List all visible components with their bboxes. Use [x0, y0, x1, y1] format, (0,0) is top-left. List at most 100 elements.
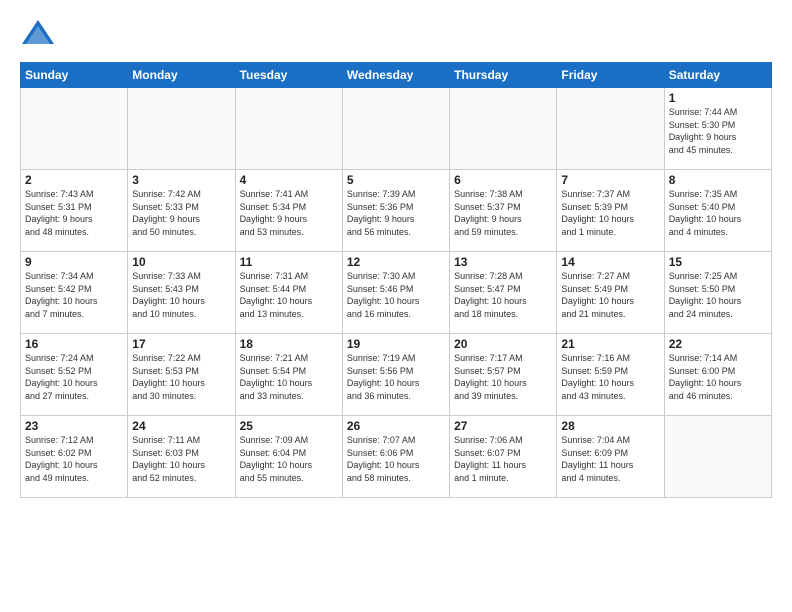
calendar-cell: 20Sunrise: 7:17 AM Sunset: 5:57 PM Dayli…: [450, 334, 557, 416]
calendar-cell: 19Sunrise: 7:19 AM Sunset: 5:56 PM Dayli…: [342, 334, 449, 416]
day-number: 27: [454, 419, 552, 433]
day-number: 13: [454, 255, 552, 269]
day-info: Sunrise: 7:37 AM Sunset: 5:39 PM Dayligh…: [561, 188, 659, 238]
day-number: 3: [132, 173, 230, 187]
day-number: 23: [25, 419, 123, 433]
logo-icon: [20, 16, 56, 52]
day-number: 25: [240, 419, 338, 433]
calendar-cell: 3Sunrise: 7:42 AM Sunset: 5:33 PM Daylig…: [128, 170, 235, 252]
calendar-header: SundayMondayTuesdayWednesdayThursdayFrid…: [21, 63, 772, 88]
day-info: Sunrise: 7:07 AM Sunset: 6:06 PM Dayligh…: [347, 434, 445, 484]
header-day-friday: Friday: [557, 63, 664, 88]
calendar-cell: 1Sunrise: 7:44 AM Sunset: 5:30 PM Daylig…: [664, 88, 771, 170]
logo: [20, 16, 58, 52]
day-number: 5: [347, 173, 445, 187]
day-info: Sunrise: 7:31 AM Sunset: 5:44 PM Dayligh…: [240, 270, 338, 320]
calendar-cell: 4Sunrise: 7:41 AM Sunset: 5:34 PM Daylig…: [235, 170, 342, 252]
calendar-cell: [128, 88, 235, 170]
day-number: 21: [561, 337, 659, 351]
day-info: Sunrise: 7:39 AM Sunset: 5:36 PM Dayligh…: [347, 188, 445, 238]
header: [20, 16, 772, 52]
calendar-cell: 26Sunrise: 7:07 AM Sunset: 6:06 PM Dayli…: [342, 416, 449, 498]
day-info: Sunrise: 7:21 AM Sunset: 5:54 PM Dayligh…: [240, 352, 338, 402]
day-number: 19: [347, 337, 445, 351]
day-number: 2: [25, 173, 123, 187]
calendar-cell: 9Sunrise: 7:34 AM Sunset: 5:42 PM Daylig…: [21, 252, 128, 334]
day-number: 8: [669, 173, 767, 187]
day-info: Sunrise: 7:41 AM Sunset: 5:34 PM Dayligh…: [240, 188, 338, 238]
day-number: 1: [669, 91, 767, 105]
calendar-cell: 14Sunrise: 7:27 AM Sunset: 5:49 PM Dayli…: [557, 252, 664, 334]
day-info: Sunrise: 7:44 AM Sunset: 5:30 PM Dayligh…: [669, 106, 767, 156]
day-number: 18: [240, 337, 338, 351]
day-number: 4: [240, 173, 338, 187]
calendar-cell: 8Sunrise: 7:35 AM Sunset: 5:40 PM Daylig…: [664, 170, 771, 252]
day-info: Sunrise: 7:24 AM Sunset: 5:52 PM Dayligh…: [25, 352, 123, 402]
calendar-cell: 25Sunrise: 7:09 AM Sunset: 6:04 PM Dayli…: [235, 416, 342, 498]
day-info: Sunrise: 7:35 AM Sunset: 5:40 PM Dayligh…: [669, 188, 767, 238]
day-info: Sunrise: 7:09 AM Sunset: 6:04 PM Dayligh…: [240, 434, 338, 484]
calendar-cell: [21, 88, 128, 170]
day-info: Sunrise: 7:22 AM Sunset: 5:53 PM Dayligh…: [132, 352, 230, 402]
day-number: 14: [561, 255, 659, 269]
day-number: 28: [561, 419, 659, 433]
calendar-body: 1Sunrise: 7:44 AM Sunset: 5:30 PM Daylig…: [21, 88, 772, 498]
calendar-cell: 23Sunrise: 7:12 AM Sunset: 6:02 PM Dayli…: [21, 416, 128, 498]
day-info: Sunrise: 7:12 AM Sunset: 6:02 PM Dayligh…: [25, 434, 123, 484]
day-info: Sunrise: 7:33 AM Sunset: 5:43 PM Dayligh…: [132, 270, 230, 320]
calendar-cell: 22Sunrise: 7:14 AM Sunset: 6:00 PM Dayli…: [664, 334, 771, 416]
day-number: 17: [132, 337, 230, 351]
header-day-wednesday: Wednesday: [342, 63, 449, 88]
header-day-thursday: Thursday: [450, 63, 557, 88]
calendar-cell: 28Sunrise: 7:04 AM Sunset: 6:09 PM Dayli…: [557, 416, 664, 498]
day-number: 22: [669, 337, 767, 351]
header-day-saturday: Saturday: [664, 63, 771, 88]
day-info: Sunrise: 7:27 AM Sunset: 5:49 PM Dayligh…: [561, 270, 659, 320]
calendar-cell: 12Sunrise: 7:30 AM Sunset: 5:46 PM Dayli…: [342, 252, 449, 334]
day-number: 7: [561, 173, 659, 187]
day-info: Sunrise: 7:34 AM Sunset: 5:42 PM Dayligh…: [25, 270, 123, 320]
day-number: 11: [240, 255, 338, 269]
week-row-3: 9Sunrise: 7:34 AM Sunset: 5:42 PM Daylig…: [21, 252, 772, 334]
day-number: 6: [454, 173, 552, 187]
day-info: Sunrise: 7:38 AM Sunset: 5:37 PM Dayligh…: [454, 188, 552, 238]
calendar-cell: 2Sunrise: 7:43 AM Sunset: 5:31 PM Daylig…: [21, 170, 128, 252]
week-row-5: 23Sunrise: 7:12 AM Sunset: 6:02 PM Dayli…: [21, 416, 772, 498]
calendar-cell: [235, 88, 342, 170]
day-info: Sunrise: 7:42 AM Sunset: 5:33 PM Dayligh…: [132, 188, 230, 238]
day-number: 24: [132, 419, 230, 433]
calendar-cell: 27Sunrise: 7:06 AM Sunset: 6:07 PM Dayli…: [450, 416, 557, 498]
day-number: 10: [132, 255, 230, 269]
calendar-cell: 5Sunrise: 7:39 AM Sunset: 5:36 PM Daylig…: [342, 170, 449, 252]
day-number: 20: [454, 337, 552, 351]
calendar-table: SundayMondayTuesdayWednesdayThursdayFrid…: [20, 62, 772, 498]
day-info: Sunrise: 7:19 AM Sunset: 5:56 PM Dayligh…: [347, 352, 445, 402]
header-day-sunday: Sunday: [21, 63, 128, 88]
calendar-cell: 15Sunrise: 7:25 AM Sunset: 5:50 PM Dayli…: [664, 252, 771, 334]
day-info: Sunrise: 7:11 AM Sunset: 6:03 PM Dayligh…: [132, 434, 230, 484]
day-number: 15: [669, 255, 767, 269]
calendar-cell: [664, 416, 771, 498]
calendar-cell: 21Sunrise: 7:16 AM Sunset: 5:59 PM Dayli…: [557, 334, 664, 416]
calendar-cell: 7Sunrise: 7:37 AM Sunset: 5:39 PM Daylig…: [557, 170, 664, 252]
day-number: 16: [25, 337, 123, 351]
calendar-cell: 17Sunrise: 7:22 AM Sunset: 5:53 PM Dayli…: [128, 334, 235, 416]
calendar-cell: 6Sunrise: 7:38 AM Sunset: 5:37 PM Daylig…: [450, 170, 557, 252]
week-row-4: 16Sunrise: 7:24 AM Sunset: 5:52 PM Dayli…: [21, 334, 772, 416]
page: SundayMondayTuesdayWednesdayThursdayFrid…: [0, 0, 792, 612]
day-info: Sunrise: 7:14 AM Sunset: 6:00 PM Dayligh…: [669, 352, 767, 402]
header-day-tuesday: Tuesday: [235, 63, 342, 88]
calendar-cell: 10Sunrise: 7:33 AM Sunset: 5:43 PM Dayli…: [128, 252, 235, 334]
day-number: 12: [347, 255, 445, 269]
calendar-cell: [557, 88, 664, 170]
calendar-cell: 11Sunrise: 7:31 AM Sunset: 5:44 PM Dayli…: [235, 252, 342, 334]
day-info: Sunrise: 7:04 AM Sunset: 6:09 PM Dayligh…: [561, 434, 659, 484]
calendar-cell: 18Sunrise: 7:21 AM Sunset: 5:54 PM Dayli…: [235, 334, 342, 416]
day-info: Sunrise: 7:17 AM Sunset: 5:57 PM Dayligh…: [454, 352, 552, 402]
week-row-2: 2Sunrise: 7:43 AM Sunset: 5:31 PM Daylig…: [21, 170, 772, 252]
week-row-1: 1Sunrise: 7:44 AM Sunset: 5:30 PM Daylig…: [21, 88, 772, 170]
day-info: Sunrise: 7:16 AM Sunset: 5:59 PM Dayligh…: [561, 352, 659, 402]
calendar-cell: [342, 88, 449, 170]
header-row: SundayMondayTuesdayWednesdayThursdayFrid…: [21, 63, 772, 88]
day-info: Sunrise: 7:30 AM Sunset: 5:46 PM Dayligh…: [347, 270, 445, 320]
